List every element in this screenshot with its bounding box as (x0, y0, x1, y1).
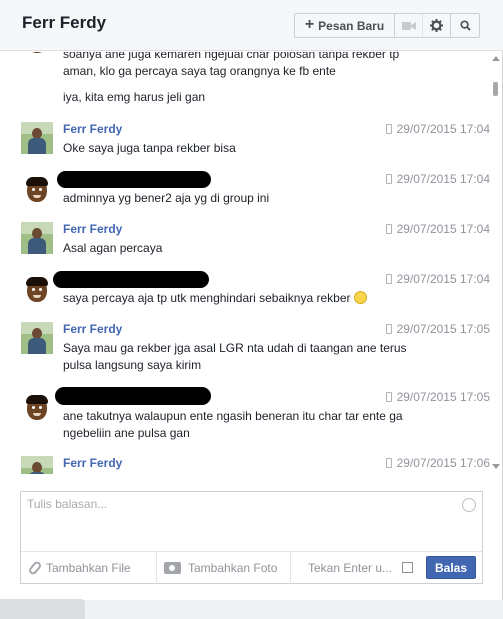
plus-icon: + (304, 16, 315, 33)
video-icon (401, 21, 416, 30)
sender-name[interactable]: Ferr Ferdy (63, 322, 122, 336)
sender-name[interactable]: Ferr Ferdy (63, 122, 122, 136)
message-timestamp: 29/07/2015 17:05 (385, 390, 490, 404)
scroll-down-arrow-icon[interactable] (492, 464, 500, 469)
reply-input[interactable] (27, 497, 457, 547)
mobile-icon (385, 174, 392, 184)
gear-icon (430, 19, 443, 32)
thread-scrollbar[interactable] (491, 56, 501, 470)
message-timestamp: 29/07/2015 17:04 (385, 222, 490, 236)
message-line: aman, klo ga percaya saya tag orangnya k… (63, 64, 336, 78)
redacted-sender-name (53, 271, 209, 288)
redacted-sender-name (55, 387, 211, 405)
new-message-label: Pesan Baru (318, 18, 385, 33)
message-text: adminnya yg bener2 aja yg di group ini (63, 191, 270, 205)
message-timestamp: 29/07/2015 17:05 (385, 322, 490, 336)
message-timestamp: 29/07/2015 17:04 (385, 272, 490, 286)
send-reply-button[interactable]: Balas (426, 556, 476, 579)
avatar[interactable] (21, 122, 53, 154)
message-text: ngebeliin ane pulsa gan (63, 426, 190, 440)
add-file-button[interactable]: Tambahkan File (21, 551, 157, 585)
avatar[interactable] (21, 393, 53, 425)
composer-footer: Tambahkan File Tambahkan Foto Tekan Ente… (21, 551, 482, 585)
message-timestamp: 29/07/2015 17:04 (385, 172, 490, 186)
message-text: ane takutnya walaupun ente ngasih benera… (63, 409, 403, 423)
mobile-icon (385, 124, 392, 134)
reply-composer: Tambahkan File Tambahkan Foto Tekan Ente… (20, 491, 483, 585)
avatar[interactable] (21, 222, 53, 254)
mobile-icon (385, 458, 392, 468)
add-photo-label: Tambahkan Foto (188, 561, 278, 575)
avatar[interactable] (21, 275, 53, 307)
add-photo-button[interactable]: Tambahkan Foto (157, 551, 291, 585)
message-text: Saya mau ga rekber jga asal LGR nta udah… (63, 341, 407, 355)
enter-to-send-label: Tekan Enter u... (308, 561, 393, 575)
smiley-emoji-icon (353, 291, 367, 304)
emoji-icon[interactable] (462, 498, 476, 512)
mobile-icon (385, 324, 392, 334)
mobile-icon (385, 224, 392, 234)
paperclip-icon (27, 560, 43, 576)
scroll-thumb[interactable] (493, 82, 498, 96)
redacted-sender-name (57, 171, 211, 188)
mobile-icon (385, 392, 392, 402)
message-text: saya percaya aja tp utk menghindari seba… (63, 290, 463, 307)
message-text: pulsa langsung saya kirim (63, 358, 202, 372)
message-window: Ferr Ferdy + Pesan Baru soanya ane juga … (0, 0, 503, 600)
message-text: Asal agan percaya (63, 241, 163, 255)
message-thread[interactable]: soanya ane juga kemaren ngejual char pol… (0, 52, 490, 474)
avatar[interactable] (21, 456, 53, 474)
bottom-panel-tab[interactable] (0, 599, 85, 619)
settings-button[interactable] (423, 14, 451, 37)
sender-name[interactable]: Ferr Ferdy (63, 222, 122, 236)
video-call-button[interactable] (395, 14, 423, 37)
scroll-up-arrow-icon[interactable] (492, 56, 500, 61)
avatar (21, 52, 53, 58)
header-actions: + Pesan Baru (294, 13, 480, 38)
search-button[interactable] (451, 14, 479, 37)
conversation-header: Ferr Ferdy + Pesan Baru (0, 0, 503, 51)
message-line: soanya ane juga kemaren ngejual char pol… (63, 52, 400, 61)
camera-icon (164, 562, 181, 574)
avatar[interactable] (21, 322, 53, 354)
message-timestamp: 29/07/2015 17:06 (385, 456, 490, 470)
conversation-title: Ferr Ferdy (22, 13, 107, 32)
mobile-icon (385, 274, 392, 284)
enter-to-send-checkbox[interactable] (402, 562, 413, 573)
search-icon (459, 20, 471, 31)
sender-name[interactable]: Ferr Ferdy (63, 456, 122, 470)
message-timestamp: 29/07/2015 17:04 (385, 122, 490, 136)
avatar[interactable] (21, 175, 53, 207)
new-message-button[interactable]: + Pesan Baru (295, 14, 395, 37)
message-line: iya, kita emg harus jeli gan (63, 90, 206, 104)
add-file-label: Tambahkan File (46, 561, 131, 575)
message-text: Oke saya juga tanpa rekber bisa (63, 141, 236, 155)
